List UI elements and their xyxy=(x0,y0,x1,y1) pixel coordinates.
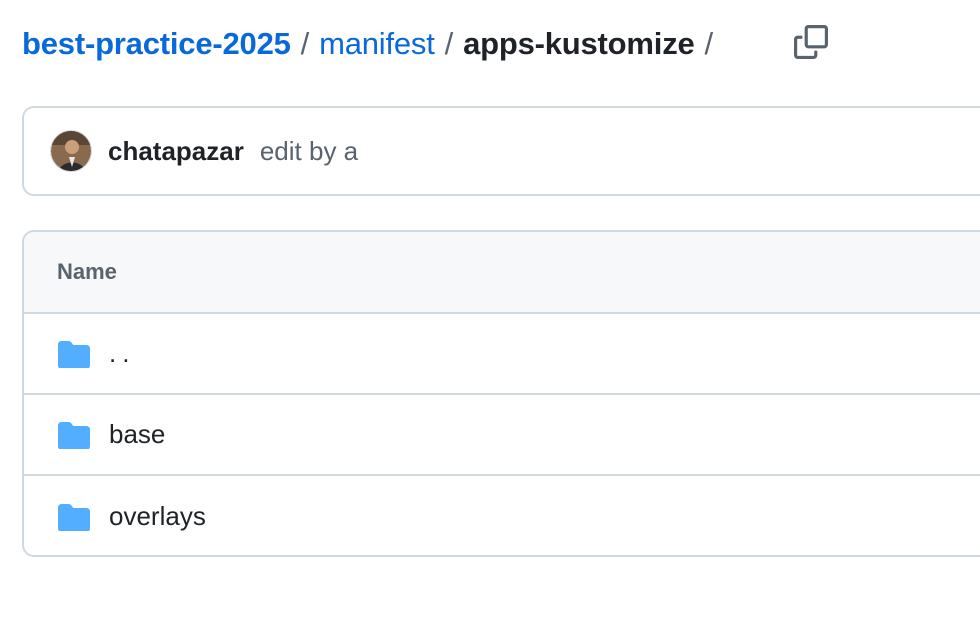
breadcrumb-separator: / xyxy=(444,26,454,61)
breadcrumb-repo-link[interactable]: best-practice-2025 xyxy=(22,26,291,62)
table-row-base[interactable]: base xyxy=(24,395,980,476)
page: best-practice-2025 / manifest / apps-kus… xyxy=(0,0,980,624)
copy-icon xyxy=(794,24,828,64)
folder-icon xyxy=(57,500,91,534)
commit-message[interactable]: edit by a xyxy=(260,136,358,167)
row-name[interactable]: base xyxy=(109,419,165,450)
copy-path-button[interactable] xyxy=(788,22,834,66)
table-row-overlays[interactable]: overlays xyxy=(24,476,980,555)
avatar[interactable] xyxy=(50,130,92,172)
breadcrumb: best-practice-2025 / manifest / apps-kus… xyxy=(22,22,723,66)
latest-commit-bar: chatapazar edit by a xyxy=(22,106,980,196)
folder-icon xyxy=(57,337,91,371)
breadcrumb-current: apps-kustomize xyxy=(463,26,695,61)
table-header: Name xyxy=(24,232,980,314)
row-name[interactable]: overlays xyxy=(109,501,206,532)
row-name[interactable]: .. xyxy=(109,338,135,369)
breadcrumb-separator: / xyxy=(704,26,714,61)
file-table: Name .. base overlays xyxy=(22,230,980,557)
commit-author[interactable]: chatapazar xyxy=(108,136,244,167)
breadcrumb-separator: / xyxy=(300,26,310,61)
column-header-name: Name xyxy=(57,259,117,284)
breadcrumb-folder-link[interactable]: manifest xyxy=(319,26,435,62)
table-row-parent-directory[interactable]: .. xyxy=(24,314,980,395)
folder-icon xyxy=(57,418,91,452)
